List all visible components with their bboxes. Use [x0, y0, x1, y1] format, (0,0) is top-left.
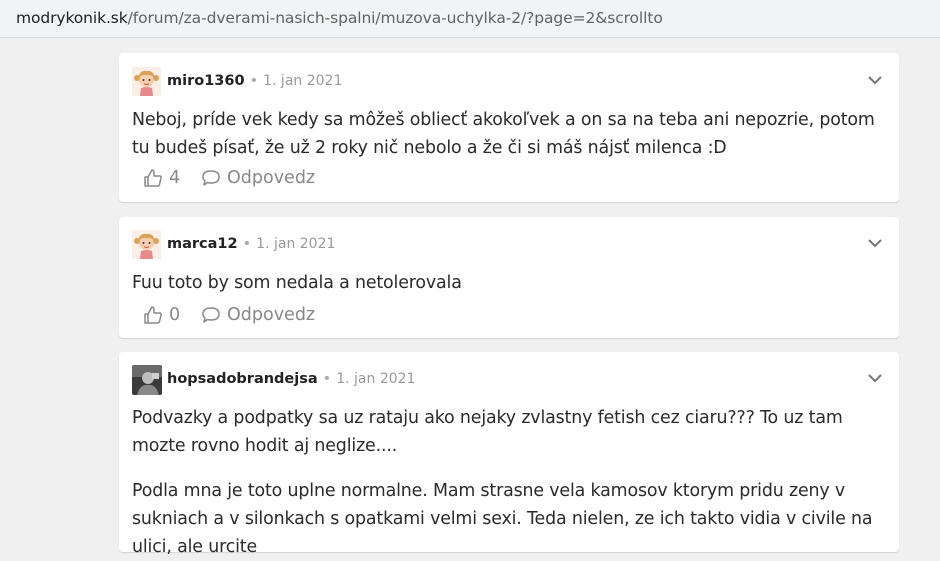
like-count: 4	[169, 168, 181, 188]
url-path: /forum/za-dverami-nasich-spalni/muzova-u…	[127, 9, 663, 27]
comment-date: 1. jan 2021	[336, 371, 416, 387]
comment-text: Neboj, príde vek kedy sa môžeš obliecť a…	[132, 110, 875, 158]
address-bar[interactable]: modrykonik.sk/forum/za-dverami-nasich-sp…	[0, 0, 940, 38]
user-photo-icon	[132, 365, 162, 395]
comment-card: marca12 • 1. jan 2021 Fuu toto by som neda…	[119, 217, 899, 338]
separator-dot: •	[322, 371, 332, 387]
like-button[interactable]: 4	[143, 168, 180, 188]
comment-card: hopsadobrandejsa • 1. jan 2021 Podvazky a …	[119, 352, 899, 557]
comment-date: 1. jan 2021	[256, 236, 336, 252]
like-count: 0	[169, 305, 181, 325]
comment-text: Podvazky a podpatky sa uz rataju ako nej…	[132, 408, 843, 456]
comment-text-paragraph-2: Podla mna je toto uplne normalne. Mam st…	[132, 481, 873, 557]
user-avatar[interactable]	[132, 67, 161, 96]
reply-label: Odpovedz	[227, 168, 316, 188]
girl-avatar-icon	[132, 67, 161, 96]
user-avatar[interactable]	[132, 230, 161, 259]
thumbs-up-icon	[144, 306, 162, 324]
chevron-down-icon[interactable]	[867, 71, 883, 85]
reply-button[interactable]: Odpovedz	[201, 305, 315, 325]
author-name[interactable]: marca12	[167, 236, 238, 252]
chevron-down-icon[interactable]	[867, 234, 883, 248]
comment-text: Fuu toto by som nedala a netolerovala	[132, 273, 462, 293]
comment-card: miro1360 • 1. jan 2021 Neboj, príde vek ke…	[119, 53, 899, 202]
separator-dot: •	[242, 236, 252, 252]
chevron-down-icon[interactable]	[867, 369, 883, 383]
author-name[interactable]: miro1360	[167, 73, 245, 89]
girl-avatar-icon	[132, 230, 161, 259]
reply-button[interactable]: Odpovedz	[201, 168, 315, 188]
speech-bubble-icon	[202, 170, 220, 186]
comment-author-line: hopsadobrandejsa • 1. jan 2021	[167, 371, 415, 387]
author-name[interactable]: hopsadobrandejsa	[167, 371, 318, 387]
reply-label: Odpovedz	[227, 305, 316, 325]
speech-bubble-icon	[202, 307, 220, 323]
thumbs-up-icon	[144, 169, 162, 187]
comment-author-line: miro1360 • 1. jan 2021	[167, 73, 342, 89]
like-button[interactable]: 0	[143, 305, 180, 325]
url-text[interactable]: modrykonik.sk/forum/za-dverami-nasich-sp…	[16, 9, 663, 27]
user-avatar[interactable]	[132, 365, 162, 395]
comment-date: 1. jan 2021	[263, 73, 343, 89]
url-host: modrykonik.sk	[16, 9, 128, 27]
comment-author-line: marca12 • 1. jan 2021	[167, 236, 335, 252]
separator-dot: •	[249, 73, 259, 89]
